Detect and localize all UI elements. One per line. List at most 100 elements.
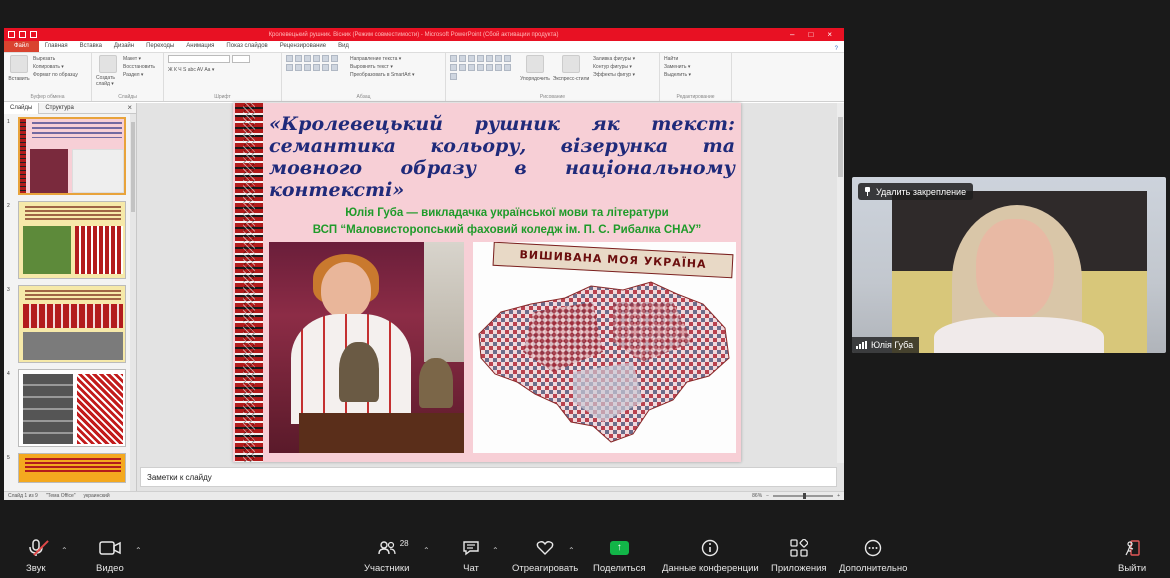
tab-animation[interactable]: Анимация <box>180 41 220 52</box>
meeting-info-button[interactable]: Данные конференции <box>662 537 759 578</box>
help-icon[interactable]: ? <box>835 46 844 52</box>
heart-icon <box>536 537 554 559</box>
leave-button[interactable]: Выйти <box>1118 537 1146 578</box>
audio-options-caret[interactable]: ⌃ <box>61 546 68 555</box>
meeting-toolbar: Звук ⌃ Видео ⌃ 28 Участники ⌃ Чат ⌃ Отре… <box>0 537 1170 578</box>
participant-video-tile[interactable]: Удалить закрепление Юлія Губа <box>852 177 1166 353</box>
cut-button[interactable]: Вырезать <box>33 55 78 63</box>
audio-button[interactable]: Звук <box>26 537 49 578</box>
section-button[interactable]: Раздел ▾ <box>123 71 155 79</box>
apps-icon <box>790 537 808 559</box>
ribbon-group-drawing: Упорядочить Экспресс-стили Заливка фигур… <box>446 53 660 101</box>
slide-counter: Слайд 1 из 9 <box>8 493 38 499</box>
text-direction-button[interactable]: Направление текста ▾ <box>350 55 415 63</box>
tab-transitions[interactable]: Переходы <box>140 41 180 52</box>
slide-thumbnail[interactable]: 4 <box>4 369 130 449</box>
ribbon-group-font: Ж К Ч S abc AV Aa ▾ Шрифт <box>164 53 282 101</box>
author-name-line: Юлія Губа — викладачка української мови … <box>345 207 669 219</box>
shape-effects-button[interactable]: Эффекты фигур ▾ <box>593 71 635 79</box>
react-options-caret[interactable]: ⌃ <box>568 546 575 555</box>
copy-button[interactable]: Копировать ▾ <box>33 63 78 71</box>
shared-screen-powerpoint: Кролевецький рушник. Вісник (Режим совме… <box>4 28 844 500</box>
tab-slides[interactable]: Слайды <box>4 102 40 114</box>
slide-thumbnail[interactable]: 3 <box>4 285 130 365</box>
format-painter-button[interactable]: Формат по образцу <box>33 71 78 79</box>
chat-button[interactable]: Чат <box>462 537 480 578</box>
smartart-button[interactable]: Преобразовать в SmartArt ▾ <box>350 71 415 79</box>
font-size-select[interactable] <box>232 55 250 63</box>
undo-icon[interactable] <box>19 31 26 38</box>
minimize-icon[interactable]: – <box>790 30 794 39</box>
participant-name: Юлія Губа <box>871 340 914 350</box>
maximize-icon[interactable]: □ <box>808 30 813 39</box>
notes-input[interactable]: Заметки к слайду <box>140 467 837 487</box>
slide-scrollbar[interactable] <box>837 103 844 463</box>
tab-slideshow[interactable]: Показ слайдов <box>220 41 273 52</box>
align-text-button[interactable]: Выровнять текст ▾ <box>350 63 415 71</box>
tab-file[interactable]: Файл <box>4 41 39 52</box>
tab-insert[interactable]: Вставка <box>74 41 108 52</box>
ribbon-group-clipboard: Вставить Вырезать Копировать ▾ Формат по… <box>4 53 92 101</box>
participants-options-caret[interactable]: ⌃ <box>423 546 430 555</box>
zoom-control: 86% − + <box>752 493 840 499</box>
zoom-level[interactable]: 86% <box>752 493 762 499</box>
slide-thumbnail[interactable]: 1 <box>4 117 130 197</box>
slide-thumbnail[interactable]: 5 <box>4 453 130 483</box>
share-screen-icon: ↑ <box>609 541 629 555</box>
redo-icon[interactable] <box>30 31 37 38</box>
font-family-select[interactable] <box>168 55 230 63</box>
ribbon-group-paragraph: Направление текста ▾ Выровнять текст ▾ П… <box>282 53 446 101</box>
leave-icon <box>1123 537 1141 559</box>
ribbon-tabs: Файл Главная Вставка Дизайн Переходы Ани… <box>4 41 844 53</box>
select-button[interactable]: Выделить ▾ <box>664 71 727 79</box>
tab-home[interactable]: Главная <box>39 41 74 52</box>
apps-button[interactable]: Приложения <box>771 537 827 578</box>
layout-button[interactable]: Макет ▾ <box>123 55 155 63</box>
tab-review[interactable]: Рецензирование <box>274 41 332 52</box>
zoom-slider[interactable] <box>773 493 834 499</box>
tab-view[interactable]: Вид <box>332 41 355 52</box>
slides-panel-scrollbar[interactable] <box>130 114 136 491</box>
close-icon[interactable]: × <box>827 30 832 39</box>
more-button[interactable]: Дополнительно <box>839 537 907 578</box>
ppt-title-bar: Кролевецький рушник. Вісник (Режим совме… <box>4 28 844 41</box>
tab-outline[interactable]: Структура <box>39 103 79 114</box>
ppt-window-title: Кролевецький рушник. Вісник (Режим совме… <box>268 31 559 38</box>
participants-count: 28 <box>399 539 409 548</box>
unpin-button[interactable]: Удалить закрепление <box>858 183 974 200</box>
arrange-icon[interactable] <box>526 55 544 73</box>
chat-options-caret[interactable]: ⌃ <box>492 546 499 555</box>
shapes-gallery[interactable] <box>450 55 516 80</box>
author-institution-line: ВСП “Маловисторопський фаховий коледж ім… <box>312 224 702 236</box>
find-button[interactable]: Найти <box>664 55 727 63</box>
ribbon: Вставить Вырезать Копировать ▾ Формат по… <box>4 53 844 102</box>
tab-design[interactable]: Дизайн <box>108 41 140 52</box>
paste-icon[interactable] <box>10 55 28 73</box>
video-camera-icon <box>99 537 121 559</box>
shape-fill-button[interactable]: Заливка фигуры ▾ <box>593 55 635 63</box>
font-format-buttons[interactable]: Ж К Ч S abc AV Aa ▾ <box>168 66 277 74</box>
close-panel-icon[interactable]: × <box>127 103 132 112</box>
participants-button[interactable]: 28 Участники <box>364 537 409 578</box>
ppt-status-bar: Слайд 1 из 9 "Тема Office" украинский 86… <box>4 491 844 500</box>
react-button[interactable]: Отреагировать <box>512 537 578 578</box>
zoom-out-icon[interactable]: − <box>766 493 769 499</box>
shape-outline-button[interactable]: Контур фигуры ▾ <box>593 63 635 71</box>
save-icon[interactable] <box>8 31 15 38</box>
video-button[interactable]: Видео <box>96 537 124 578</box>
slide-thumbnail[interactable]: 2 <box>4 201 130 281</box>
current-slide[interactable]: «Кролевецький рушник як текст: семантика… <box>233 103 741 462</box>
share-screen-button[interactable]: ↑ Поделиться <box>593 537 645 578</box>
zoom-in-icon[interactable]: + <box>837 493 840 499</box>
new-slide-icon[interactable] <box>99 55 117 73</box>
quick-access-toolbar <box>8 31 37 38</box>
author-photo <box>269 242 464 453</box>
video-options-caret[interactable]: ⌃ <box>135 546 142 555</box>
info-icon <box>701 537 719 559</box>
quick-styles-icon[interactable] <box>562 55 580 73</box>
language[interactable]: украинский <box>84 493 110 499</box>
reset-button[interactable]: Восстановить <box>123 63 155 71</box>
paragraph-format-icons[interactable] <box>286 55 346 71</box>
participants-icon: 28 <box>377 537 409 559</box>
replace-button[interactable]: Заменить ▾ <box>664 63 727 71</box>
